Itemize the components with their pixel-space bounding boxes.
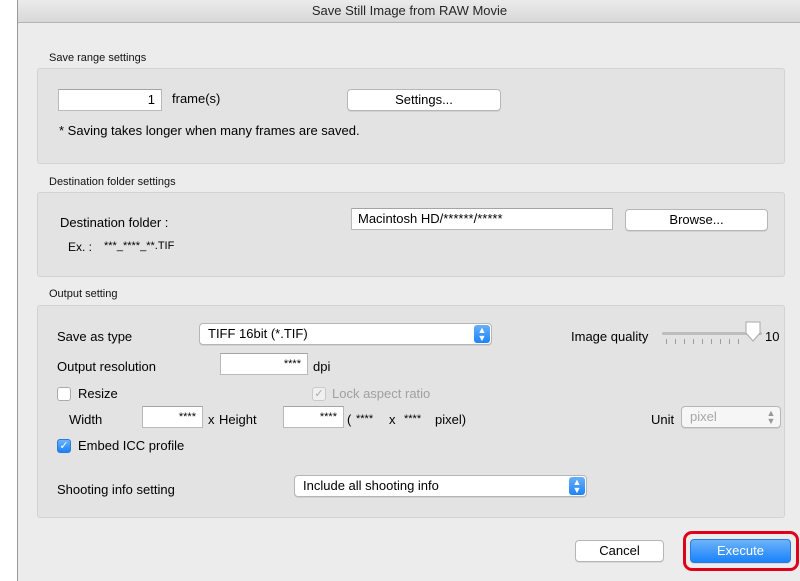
saving-note: * Saving takes longer when many frames a… xyxy=(59,123,360,138)
output-resolution-label: Output resolution xyxy=(57,359,157,374)
resize-checkbox[interactable] xyxy=(57,387,71,401)
shooting-info-select[interactable]: Include all shooting info ▲ ▼ xyxy=(294,475,587,497)
example-label: Ex. : xyxy=(68,240,93,254)
slider-ticks xyxy=(666,339,742,344)
height-input[interactable]: **** xyxy=(283,406,344,428)
resolution-unit-label: dpi xyxy=(313,359,331,374)
output-resolution-input[interactable]: **** xyxy=(220,353,308,375)
image-quality-slider[interactable] xyxy=(662,320,762,350)
height-label: Height xyxy=(219,412,257,427)
pixel-width-value: **** xyxy=(356,413,374,425)
image-quality-value: 10 xyxy=(765,329,780,344)
unit-label: Unit xyxy=(651,412,675,427)
resize-label: Resize xyxy=(78,386,118,401)
window-title: Save Still Image from RAW Movie xyxy=(18,0,800,23)
save-range-panel: 1 frame(s) Settings... * Saving takes lo… xyxy=(37,68,785,164)
destination-folder-label: Destination folder : xyxy=(60,215,169,230)
save-as-type-value: TIFF 16bit (*.TIF) xyxy=(208,326,308,341)
shooting-info-value: Include all shooting info xyxy=(303,478,439,493)
slider-thumb-icon[interactable] xyxy=(744,321,762,343)
lock-aspect-label: Lock aspect ratio xyxy=(332,386,431,401)
settings-button[interactable]: Settings... xyxy=(347,89,501,111)
example-filename: ***_****_**.TIF xyxy=(104,240,175,252)
save-range-heading: Save range settings xyxy=(49,52,147,64)
unit-select[interactable]: pixel ▲ ▼ xyxy=(681,406,781,428)
chevron-updown-icon: ▲ ▼ xyxy=(766,408,776,426)
frames-input[interactable]: 1 xyxy=(58,89,162,111)
cancel-button[interactable]: Cancel xyxy=(575,540,664,562)
pixel-open-paren: ( xyxy=(347,412,352,427)
save-as-type-label: Save as type xyxy=(57,329,133,344)
embed-icc-label: Embed ICC profile xyxy=(78,438,185,453)
width-input[interactable]: **** xyxy=(142,406,203,428)
destination-panel: Destination folder : Macintosh HD/******… xyxy=(37,192,785,277)
pixel-x-label: x xyxy=(389,412,396,427)
frames-unit-label: frame(s) xyxy=(172,91,221,106)
embed-icc-checkbox[interactable]: ✓ xyxy=(57,439,71,453)
destination-heading: Destination folder settings xyxy=(49,176,176,188)
image-quality-label: Image quality xyxy=(571,329,649,344)
x-label: x xyxy=(208,412,215,427)
shooting-info-label: Shooting info setting xyxy=(57,482,175,497)
execute-button[interactable]: Execute xyxy=(690,539,791,563)
destination-folder-field[interactable]: Macintosh HD/******/***** xyxy=(351,208,613,230)
save-still-image-dialog: Save Still Image from RAW Movie Save ran… xyxy=(17,0,800,581)
pixel-height-value: **** xyxy=(404,413,422,425)
browse-button[interactable]: Browse... xyxy=(625,209,768,231)
pixel-close-label: pixel) xyxy=(435,412,467,427)
save-as-type-select[interactable]: TIFF 16bit (*.TIF) ▲ ▼ xyxy=(199,323,492,345)
chevron-updown-icon: ▲ ▼ xyxy=(569,477,585,495)
width-label: Width xyxy=(69,412,103,427)
output-heading: Output setting xyxy=(49,288,118,300)
chevron-updown-icon: ▲ ▼ xyxy=(474,325,490,343)
lock-aspect-checkbox[interactable]: ✓ xyxy=(312,387,326,401)
output-panel: Save as type TIFF 16bit (*.TIF) ▲ ▼ Image… xyxy=(37,305,785,518)
unit-value: pixel xyxy=(690,409,717,424)
